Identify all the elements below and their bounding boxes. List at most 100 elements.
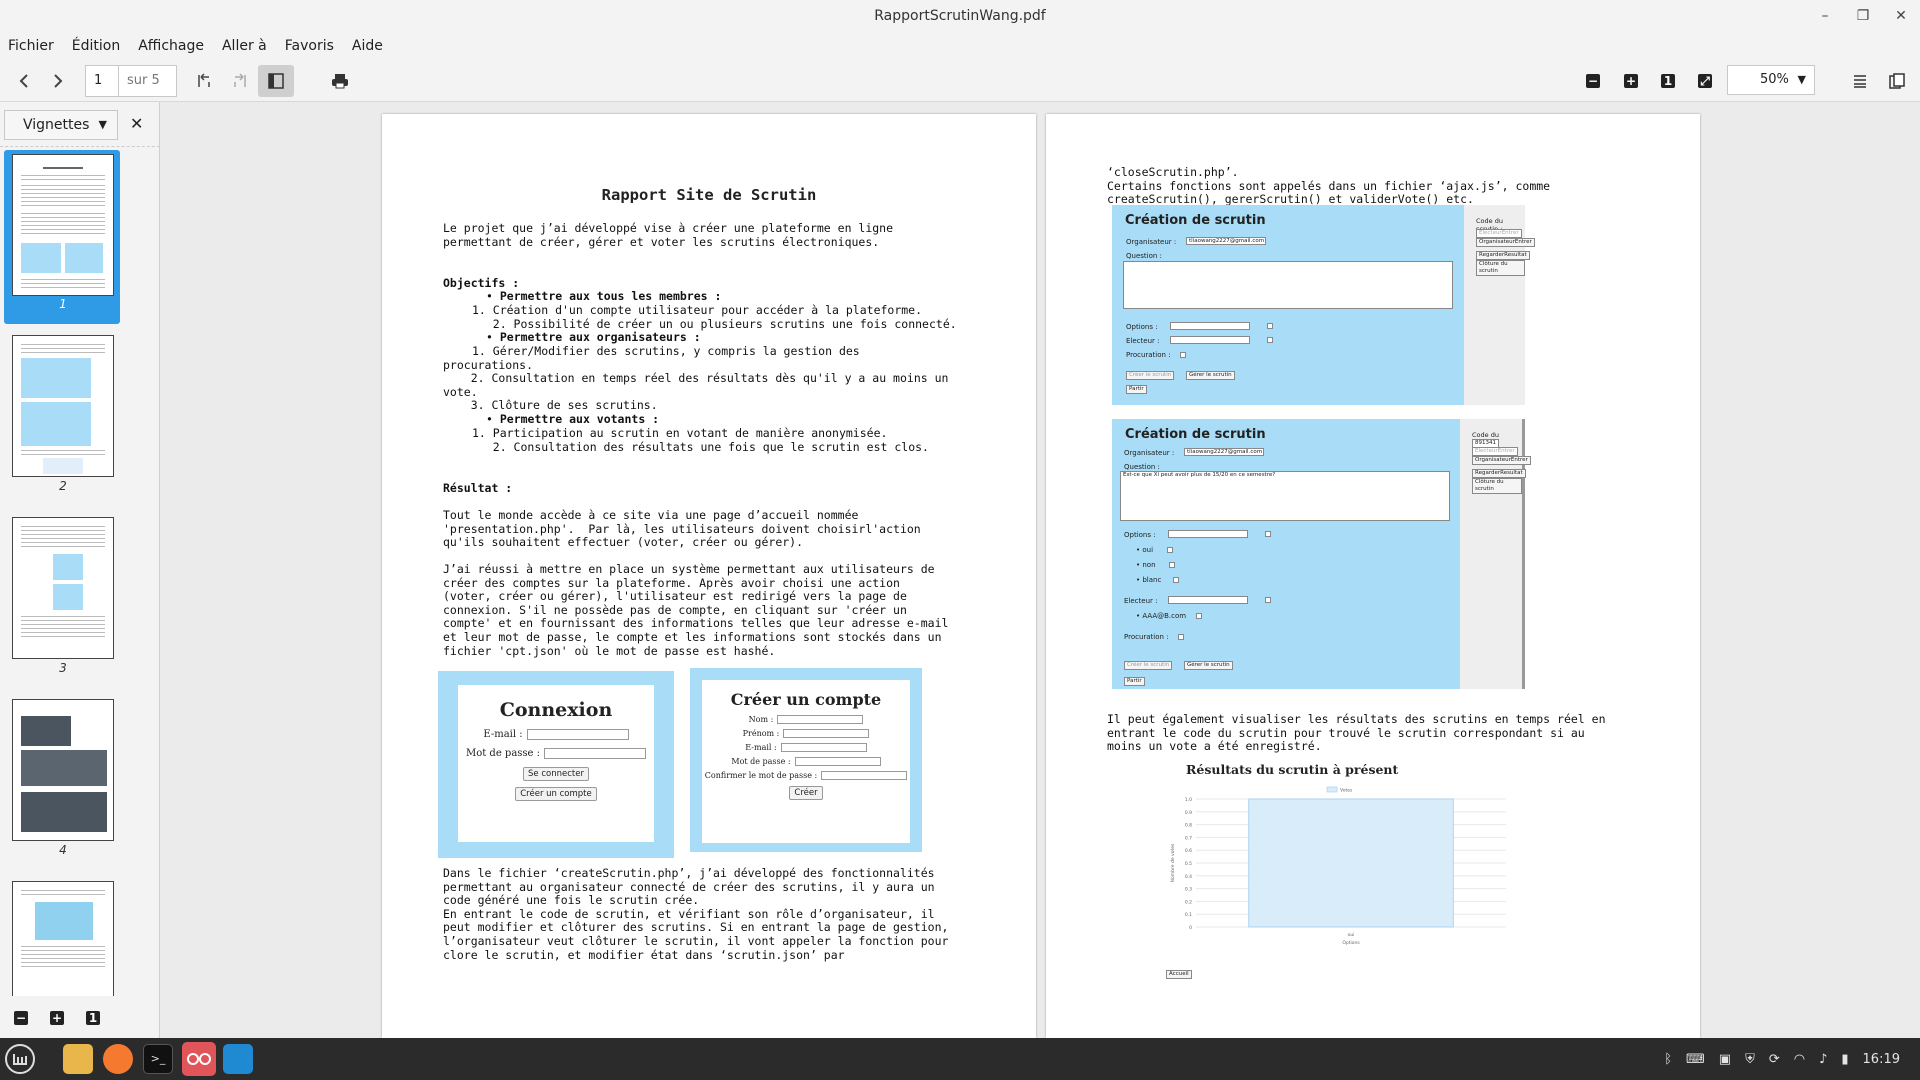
document-viewer[interactable]: Rapport Site de Scrutin Le projet que j’… [160, 102, 1920, 1038]
form1-question-textarea [1123, 261, 1453, 309]
form1-side-panel: Code du scrutin : ElecteurEntrer Organis… [1464, 205, 1535, 405]
continuous-mode-icon[interactable] [1848, 67, 1872, 95]
sidebar-toggle-button[interactable] [258, 65, 294, 97]
chart-y-axis-label: Nombre de votes [1170, 843, 1176, 882]
sidebar-mode-label: Vignettes [23, 117, 90, 133]
next-page-icon[interactable] [46, 67, 70, 95]
page2-results-paragraph: Il peut également visualiser les résulta… [1107, 712, 1606, 754]
clock[interactable]: 16:19 [1863, 1052, 1900, 1067]
vscode-icon[interactable] [223, 1044, 253, 1074]
thumbnail-page-5[interactable] [12, 881, 114, 996]
org-items: 1. Gérer/Modifier des scrutins, y compri… [443, 344, 949, 413]
print-icon[interactable] [328, 67, 352, 95]
zoom-select[interactable]: 50% ▼ [1727, 65, 1815, 95]
menu-favoris[interactable]: Favoris [285, 38, 334, 54]
menu-bar: Fichier Édition Affichage Aller à Favori… [0, 32, 1920, 60]
chart-y-tick-label: 0.1 [1185, 912, 1192, 918]
zoom-original-icon[interactable]: 1 [1657, 67, 1679, 95]
zoom-in-icon[interactable]: + [1620, 67, 1642, 95]
chart-y-tick-label: 0.4 [1185, 874, 1192, 880]
keyboard-icon[interactable]: ⌨ [1686, 1052, 1705, 1067]
login-password-row: Mot de passe : [458, 748, 654, 759]
form2-remove-option-2-icon [1169, 562, 1175, 568]
form2-procuration-label: Procuration : [1124, 633, 1169, 641]
taskbar: >_ ᛒ ⌨ ▣ ⛨ ⟳ ◠ ♪ ▮ 16:19 [0, 1038, 1920, 1080]
update-icon[interactable]: ⟳ [1769, 1052, 1780, 1067]
form2-procuration-checkbox [1178, 634, 1184, 640]
signup-screenshot: Créer un compte Nom : Prénom : E-mail : … [690, 668, 922, 852]
chart-legend-swatch [1326, 786, 1338, 793]
create-form-screenshot-2: Création de scrutin Organisateur : tliao… [1112, 419, 1531, 689]
form1-manage-button: Gérer le scrutin [1186, 371, 1235, 380]
thumbnail-page-2[interactable] [12, 335, 114, 477]
form2-organisateur-input: tliaowang2227@gmail.com [1184, 448, 1264, 456]
form2-option-2: • non [1136, 561, 1156, 569]
minimize-icon[interactable]: – [1816, 7, 1834, 25]
page-number-input[interactable]: 1 [85, 65, 119, 97]
form1-side-input-2: OrganisateurEntrer [1476, 238, 1535, 247]
close-sidebar-icon[interactable]: ✕ [130, 114, 143, 133]
sidebar-mode-select[interactable]: Vignettes ▼ [4, 110, 118, 140]
firefox-icon[interactable] [103, 1044, 133, 1074]
form1-procuration-checkbox [1180, 352, 1186, 358]
zoom-out-icon[interactable]: − [1582, 67, 1604, 95]
toolbar: 1 sur 5 − + 1 ⤢ 50% ▼ [0, 60, 1920, 102]
thumbnail-zoom-in-icon[interactable]: + [50, 1011, 64, 1025]
form2-remove-option-1-icon [1167, 547, 1173, 553]
menu-fichier[interactable]: Fichier [8, 38, 54, 54]
previous-page-icon[interactable] [12, 67, 36, 95]
signup-confirm-row: Confirmer le mot de passe : [702, 771, 910, 780]
form2-side-button-1: RegarderResultat [1472, 469, 1526, 478]
voters-items: 1. Participation au scrutin en votant de… [472, 426, 929, 454]
terminal-icon[interactable]: >_ [143, 1044, 173, 1074]
shield-icon[interactable]: ⛨ [1745, 1052, 1755, 1067]
files-icon[interactable] [63, 1044, 93, 1074]
document-viewer-icon[interactable] [182, 1042, 216, 1076]
results-home-button: Accueil [1166, 970, 1192, 979]
login-email-row: E-mail : [458, 729, 654, 740]
clipboard-icon[interactable]: ▣ [1719, 1052, 1731, 1067]
page2-intro: ‘closeScrutin.php’. Certains fonctions s… [1107, 165, 1551, 207]
form1-create-button: Créer le scrutin [1126, 371, 1175, 380]
form2-option-1: • oui [1136, 546, 1154, 554]
page-count: sur 5 [119, 65, 177, 97]
form1-procuration-label: Procuration : [1126, 351, 1171, 359]
form1-electeur-label: Electeur : [1126, 337, 1160, 345]
form1-side-button-1: RegarderResultat [1476, 251, 1530, 260]
mint-menu-icon[interactable] [5, 1044, 35, 1074]
menu-aller[interactable]: Aller à [222, 38, 267, 54]
form1-title: Création de scrutin [1125, 213, 1266, 228]
resultat-paragraph-1: Tout le monde accède à ce site via une p… [443, 508, 921, 550]
intro-paragraph: Le projet que j’ai développé vise à crée… [443, 221, 894, 249]
bluetooth-icon[interactable]: ᛒ [1664, 1052, 1672, 1067]
chart-y-tick-label: 0 [1189, 925, 1192, 931]
close-icon[interactable]: ✕ [1892, 7, 1910, 25]
form1-side-button-2: Clôture du scrutin [1476, 260, 1525, 276]
dual-page-icon[interactable] [1885, 67, 1909, 95]
menu-affichage[interactable]: Affichage [138, 38, 204, 54]
report-title: Rapport Site de Scrutin [601, 186, 817, 204]
history-back-icon[interactable] [192, 67, 216, 95]
thumbnail-zoom-reset-icon[interactable]: 1 [86, 1011, 100, 1025]
form2-title: Création de scrutin [1125, 427, 1266, 442]
restore-icon[interactable]: ❐ [1854, 7, 1872, 25]
zoom-fit-icon[interactable]: ⤢ [1694, 67, 1716, 95]
wifi-icon[interactable]: ◠ [1794, 1052, 1805, 1067]
form2-leave-button: Partir [1124, 677, 1145, 686]
thumbnail-page-1[interactable] [12, 154, 114, 296]
form2-side-panel: Code du scrutin : 891341 ElecteurEntrer … [1460, 419, 1531, 689]
form1-options-input [1170, 322, 1250, 330]
signup-title: Créer un compte [730, 690, 882, 709]
form2-create-button: Créer le scrutin [1124, 661, 1173, 670]
battery-icon[interactable]: ▮ [1841, 1052, 1848, 1067]
thumbnail-page-3[interactable] [12, 517, 114, 659]
form2-question-label: Question : [1124, 463, 1160, 471]
thumbnail-zoom-out-icon[interactable]: − [14, 1011, 28, 1025]
menu-edition[interactable]: Édition [72, 38, 120, 54]
menu-aide[interactable]: Aide [352, 38, 383, 54]
volume-icon[interactable]: ♪ [1819, 1052, 1827, 1067]
history-forward-icon[interactable] [228, 67, 252, 95]
login-screenshot: Connexion E-mail : Mot de passe : Se con… [438, 671, 674, 858]
thumbnail-page-4[interactable] [12, 699, 114, 841]
form2-electeur-1: • AAA@B.com [1136, 612, 1187, 620]
